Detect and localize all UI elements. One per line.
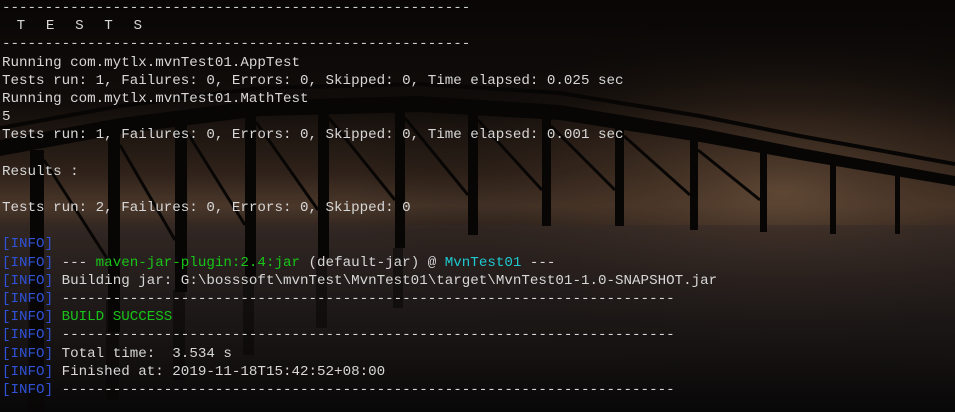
info-tag: INFO: [10, 309, 45, 326]
log-line-build-success: [INFO] BUILD SUCCESS: [2, 308, 955, 326]
info-close-bracket: ]: [44, 345, 54, 362]
info-tag: INFO: [10, 345, 45, 362]
log-line-empty: [INFO]: [2, 235, 955, 253]
info-close-bracket: ]: [44, 381, 54, 398]
console-output: ----------------------------------------…: [0, 0, 955, 412]
info-close-bracket: ]: [44, 272, 54, 289]
info-open-bracket: [: [2, 381, 11, 398]
info-close-bracket: ]: [44, 327, 54, 344]
info-tag: INFO: [10, 291, 45, 307]
info-close-bracket: ]: [44, 291, 54, 307]
total-time-text: Total time: 3.534 s: [53, 345, 232, 362]
info-tag: INFO: [10, 381, 45, 398]
info-tag: INFO: [10, 236, 45, 253]
test-summary: Tests run: 2, Failures: 0, Errors: 0, Sk…: [2, 200, 411, 217]
tests-header: T E S T S: [2, 18, 149, 35]
log-line-building-jar: [INFO] Building jar: G:\bosssoft\mvnTest…: [2, 272, 955, 290]
info-close-bracket: ]: [44, 254, 54, 271]
info-open-bracket: [: [2, 309, 11, 326]
stdout-line: 5: [2, 109, 11, 126]
finished-at-text: Finished at: 2019-11-18T15:42:52+08:00: [53, 363, 386, 380]
info-open-bracket: [: [2, 272, 11, 289]
log-line-rule: [INFO] ---------------------------------…: [2, 326, 955, 344]
info-tag: INFO: [10, 327, 45, 344]
separator: ----------------------------------------…: [2, 36, 471, 53]
plugin-prefix: ---: [53, 254, 96, 271]
test-result-line: Tests run: 1, Failures: 0, Errors: 0, Sk…: [2, 127, 624, 144]
log-line-total-time: [INFO] Total time: 3.534 s: [2, 345, 955, 363]
log-line-finished-at: [INFO] Finished at: 2019-11-18T15:42:52+…: [2, 363, 955, 381]
plugin-name: maven-jar-plugin:2.4:jar: [95, 254, 301, 271]
log-line-plugin: [INFO] --- maven-jar-plugin:2.4:jar (def…: [2, 254, 955, 272]
info-open-bracket: [: [2, 254, 11, 271]
log-line-rule: [INFO] ---------------------------------…: [2, 381, 955, 399]
info-open-bracket: [: [2, 327, 11, 344]
separator: ----------------------------------------…: [53, 291, 675, 307]
info-open-bracket: [: [2, 236, 11, 253]
plugin-suffix: ---: [521, 254, 556, 271]
info-close-bracket: ]: [44, 363, 54, 380]
info-open-bracket: [: [2, 291, 11, 307]
separator: ----------------------------------------…: [53, 327, 675, 344]
info-open-bracket: [: [2, 363, 11, 380]
plugin-goal: (default-jar) @: [300, 254, 445, 271]
log-line-rule: [INFO] ---------------------------------…: [2, 290, 955, 308]
test-running-line: Running com.mytlx.mvnTest01.AppTest: [2, 54, 300, 71]
info-tag: INFO: [10, 363, 45, 380]
separator: ----------------------------------------…: [53, 381, 675, 398]
separator: ----------------------------------------…: [2, 0, 471, 16]
info-close-bracket: ]: [44, 236, 54, 253]
test-result-line: Tests run: 1, Failures: 0, Errors: 0, Sk…: [2, 72, 624, 89]
artifact-name: MvnTest01: [444, 254, 522, 271]
info-close-bracket: ]: [44, 309, 54, 326]
results-label: Results :: [2, 163, 79, 180]
info-open-bracket: [: [2, 345, 11, 362]
info-tag: INFO: [10, 254, 45, 271]
build-success-text: BUILD SUCCESS: [53, 309, 173, 326]
info-tag: INFO: [10, 272, 45, 289]
test-running-line: Running com.mytlx.mvnTest01.MathTest: [2, 90, 309, 107]
building-jar-text: Building jar: G:\bosssoft\mvnTest\MvnTes…: [53, 272, 718, 289]
